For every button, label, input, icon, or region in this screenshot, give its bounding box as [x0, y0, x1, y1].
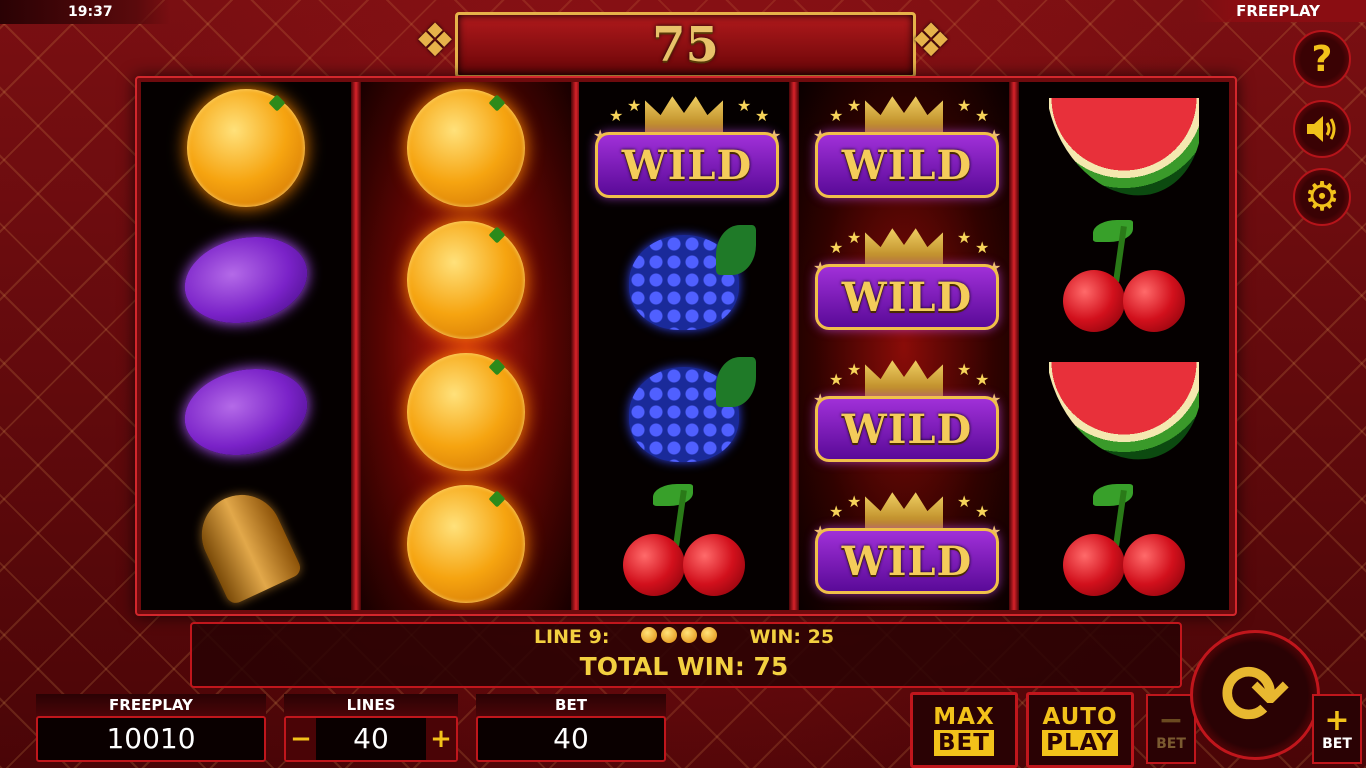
help-button[interactable]: ? [1293, 30, 1351, 88]
freeplay-panel: FREEPLAY 10010 [36, 694, 266, 762]
cherry-symbol-icon [619, 484, 749, 604]
bet-increase-button[interactable]: + BET [1312, 694, 1362, 764]
bet-decrease-label: BET [1156, 736, 1186, 752]
watermelon-symbol-icon [1049, 362, 1199, 462]
reel-2 [361, 82, 571, 610]
line-label: LINE 9: [533, 626, 610, 648]
grapes-symbol-icon [624, 357, 756, 467]
bet-increase-label: BET [1322, 736, 1352, 752]
orange-symbol-icon [407, 485, 525, 603]
wild-label: WILD [841, 405, 973, 453]
total-win: TOTAL WIN: 75 [579, 652, 789, 681]
bet-label: BET [476, 694, 666, 716]
wild-label: WILD [621, 141, 753, 189]
reel-cell [361, 82, 571, 214]
reel-divider [351, 82, 361, 610]
reel-cell [361, 214, 571, 346]
reel-cell [361, 346, 571, 478]
clock: 19:37 [0, 0, 170, 24]
wild-label: WILD [841, 141, 973, 189]
lines-label: LINES [284, 694, 458, 716]
cherry-symbol-icon [1059, 220, 1189, 340]
reel-cell [1019, 478, 1229, 610]
ornament-left-icon: ❖ [414, 13, 456, 67]
coin-icon [641, 627, 658, 643]
line-win-row: LINE 9: WIN: 25 [190, 625, 1178, 649]
auto-play-line2: PLAY [1042, 730, 1118, 756]
freeplay-label: FREEPLAY [36, 694, 266, 716]
speaker-icon [1307, 116, 1336, 142]
reel-3: ★★★★★★WILD [579, 82, 789, 610]
max-bet-line1: MAX [933, 704, 995, 730]
cherry-symbol-icon [1059, 484, 1189, 604]
sound-button[interactable] [1293, 100, 1351, 158]
plus-icon: + [1324, 703, 1350, 738]
minus-icon: − [1158, 703, 1184, 738]
wild-symbol-icon: ★★★★★★WILD [807, 88, 1001, 208]
orange-symbol-icon [407, 89, 525, 207]
reel-cell [141, 82, 351, 214]
refresh-icon: ⟳ [1220, 647, 1290, 743]
bet-value: 40 [476, 716, 666, 762]
reel-cell: ★★★★★★WILD [799, 346, 1009, 478]
win-banner: 75 [455, 12, 916, 78]
watermelon-symbol-icon [1049, 98, 1199, 198]
orange-symbol-icon [407, 221, 525, 339]
reel-cell [579, 346, 789, 478]
grapes-symbol-icon [624, 225, 756, 335]
bet-panel: BET 40 [476, 694, 666, 762]
reel-cell: ★★★★★★WILD [799, 478, 1009, 610]
reel-cell [141, 346, 351, 478]
reel-cell [579, 214, 789, 346]
coin-icon [681, 627, 698, 643]
mode-indicator: FREEPLAY [1194, 0, 1366, 22]
wild-symbol-icon: ★★★★★★WILD [807, 484, 1001, 604]
max-bet-button[interactable]: MAX BET [910, 692, 1018, 768]
reel-cell: ★★★★★★WILD [799, 214, 1009, 346]
wild-symbol-icon: ★★★★★★WILD [587, 88, 781, 208]
lines-decrease-button[interactable]: − [286, 718, 316, 760]
bet-decrease-button[interactable]: − BET [1146, 694, 1196, 764]
wild-symbol-icon: ★★★★★★WILD [807, 352, 1001, 472]
freeplay-value: 10010 [36, 716, 266, 762]
orange-symbol-icon [187, 89, 305, 207]
gear-icon: ⚙ [1304, 174, 1340, 220]
lines-panel: LINES − 40 + [284, 694, 458, 762]
line-win-label: WIN: 25 [749, 626, 835, 648]
help-icon: ? [1311, 38, 1333, 80]
reel-cell [1019, 214, 1229, 346]
reel-cell [361, 478, 571, 610]
reel-5 [1019, 82, 1229, 610]
reel-cell: ★★★★★★WILD [799, 82, 1009, 214]
auto-play-button[interactable]: AUTO PLAY [1026, 692, 1134, 768]
orange-symbol-icon [407, 353, 525, 471]
lines-increase-button[interactable]: + [425, 718, 456, 760]
plum-symbol-icon [176, 358, 316, 466]
bell-symbol-icon [188, 481, 304, 607]
settings-button[interactable]: ⚙ [1293, 168, 1351, 226]
coin-icons [639, 626, 719, 648]
coin-icon [661, 627, 678, 643]
reel-cell [579, 478, 789, 610]
wild-label: WILD [841, 537, 973, 585]
reel-cell [1019, 346, 1229, 478]
reel-cell [1019, 82, 1229, 214]
reel-4: ★★★★★★WILD★★★★★★WILD★★★★★★WILD★★★★★★WILD [799, 82, 1009, 610]
ornament-right-icon: ❖ [910, 13, 952, 67]
reel-cell: ★★★★★★WILD [579, 82, 789, 214]
reel-cell [141, 478, 351, 610]
wild-label: WILD [841, 273, 973, 321]
reel-cell [141, 214, 351, 346]
lines-value: 40 [353, 722, 389, 755]
win-amount: 75 [652, 17, 719, 73]
coin-icon [701, 627, 718, 643]
auto-play-line1: AUTO [1042, 704, 1118, 730]
reel-divider [789, 82, 799, 610]
max-bet-line2: BET [934, 730, 994, 756]
spin-button[interactable]: ⟳ [1190, 630, 1320, 760]
plum-symbol-icon [176, 226, 316, 334]
reel-1 [141, 82, 351, 610]
reel-divider [1009, 82, 1019, 610]
wild-symbol-icon: ★★★★★★WILD [807, 220, 1001, 340]
